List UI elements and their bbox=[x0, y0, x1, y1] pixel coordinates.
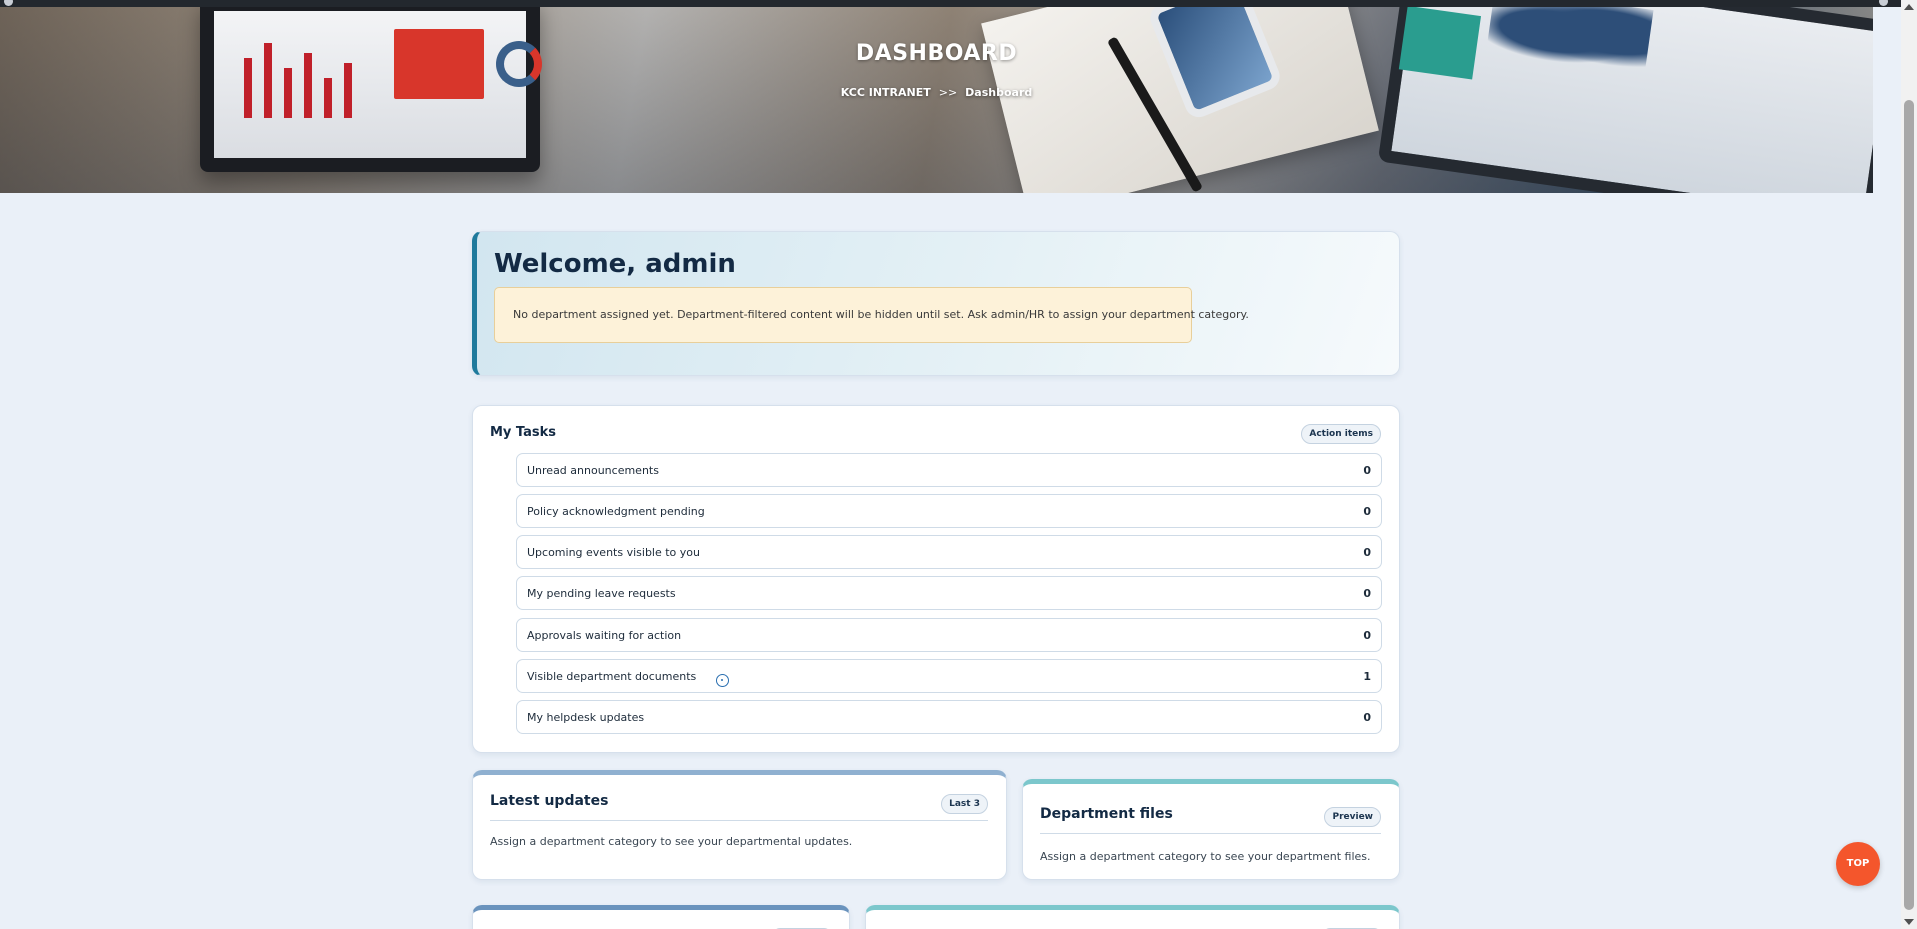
task-label: Upcoming events visible to you bbox=[527, 546, 700, 559]
task-label: My helpdesk updates bbox=[527, 711, 645, 724]
task-row-policy-acknowledgment[interactable]: Policy acknowledgment pending 0 bbox=[516, 494, 1382, 528]
breadcrumb-root-link[interactable]: KCC INTRANET bbox=[841, 86, 931, 99]
task-count: 0 bbox=[1363, 505, 1371, 518]
task-label: Policy acknowledgment pending bbox=[527, 505, 705, 518]
page-title: DASHBOARD bbox=[855, 41, 1018, 66]
last-3-badge: Last 3 bbox=[941, 794, 988, 814]
task-label: Approvals waiting for action bbox=[527, 629, 682, 642]
browser-icon bbox=[1879, 0, 1888, 6]
task-label: My pending leave requests bbox=[527, 587, 676, 600]
browser-icon bbox=[4, 0, 13, 6]
partial-card bbox=[865, 905, 1400, 929]
hero-image-laptop bbox=[1377, 7, 1873, 193]
my-tasks-card: My Tasks Action items Unread announcemen… bbox=[472, 405, 1400, 753]
task-count: 0 bbox=[1363, 546, 1371, 559]
task-count: 1 bbox=[1363, 670, 1371, 683]
browser-top-strip bbox=[0, 0, 1917, 7]
preview-badge: Preview bbox=[1324, 807, 1381, 827]
breadcrumb-separator: >> bbox=[938, 86, 958, 99]
latest-updates-card: Latest updates Last 3 Assign a departmen… bbox=[472, 770, 1007, 880]
department-files-title: Department files bbox=[1040, 806, 1173, 822]
divider bbox=[490, 820, 988, 821]
task-row-pending-leave[interactable]: My pending leave requests 0 bbox=[516, 576, 1382, 610]
task-row-approvals-waiting[interactable]: Approvals waiting for action 0 bbox=[516, 618, 1382, 652]
task-row-helpdesk-updates[interactable]: My helpdesk updates 0 bbox=[516, 700, 1382, 734]
department-files-card: Department files Preview Assign a depart… bbox=[1022, 779, 1400, 880]
latest-updates-message: Assign a department category to see your… bbox=[490, 835, 853, 848]
hero-banner bbox=[0, 7, 1873, 193]
divider bbox=[1040, 833, 1381, 834]
latest-updates-title: Latest updates bbox=[490, 793, 609, 809]
task-count: 0 bbox=[1363, 711, 1371, 724]
task-row-unread-announcements[interactable]: Unread announcements 0 bbox=[516, 453, 1382, 487]
breadcrumb-current: Dashboard bbox=[965, 86, 1033, 99]
action-items-badge: Action items bbox=[1301, 424, 1381, 444]
scroll-down-arrow-icon[interactable] bbox=[1904, 919, 1914, 925]
scroll-thumb[interactable] bbox=[1904, 100, 1914, 910]
task-label: Visible department documents bbox=[527, 670, 697, 683]
back-to-top-button[interactable]: TOP bbox=[1836, 842, 1880, 886]
task-count: 0 bbox=[1363, 587, 1371, 600]
page-scrollbar[interactable] bbox=[1901, 0, 1917, 929]
my-tasks-title: My Tasks bbox=[490, 425, 557, 440]
task-count: 0 bbox=[1363, 464, 1371, 477]
task-row-department-documents[interactable]: Visible department documents 1 bbox=[516, 659, 1382, 693]
task-row-upcoming-events[interactable]: Upcoming events visible to you 0 bbox=[516, 535, 1382, 569]
scroll-up-arrow-icon[interactable] bbox=[1904, 4, 1914, 10]
department-files-message: Assign a department category to see your… bbox=[1040, 850, 1371, 863]
welcome-card: Welcome, admin No department assigned ye… bbox=[472, 231, 1400, 376]
mouse-cursor-icon bbox=[716, 674, 729, 687]
partial-card bbox=[472, 905, 850, 929]
task-count: 0 bbox=[1363, 629, 1371, 642]
breadcrumb: KCC INTRANET >> Dashboard bbox=[0, 86, 1873, 99]
task-label: Unread announcements bbox=[527, 464, 659, 477]
department-notice: No department assigned yet. Department-f… bbox=[494, 287, 1249, 343]
welcome-heading: Welcome, admin bbox=[494, 249, 736, 279]
